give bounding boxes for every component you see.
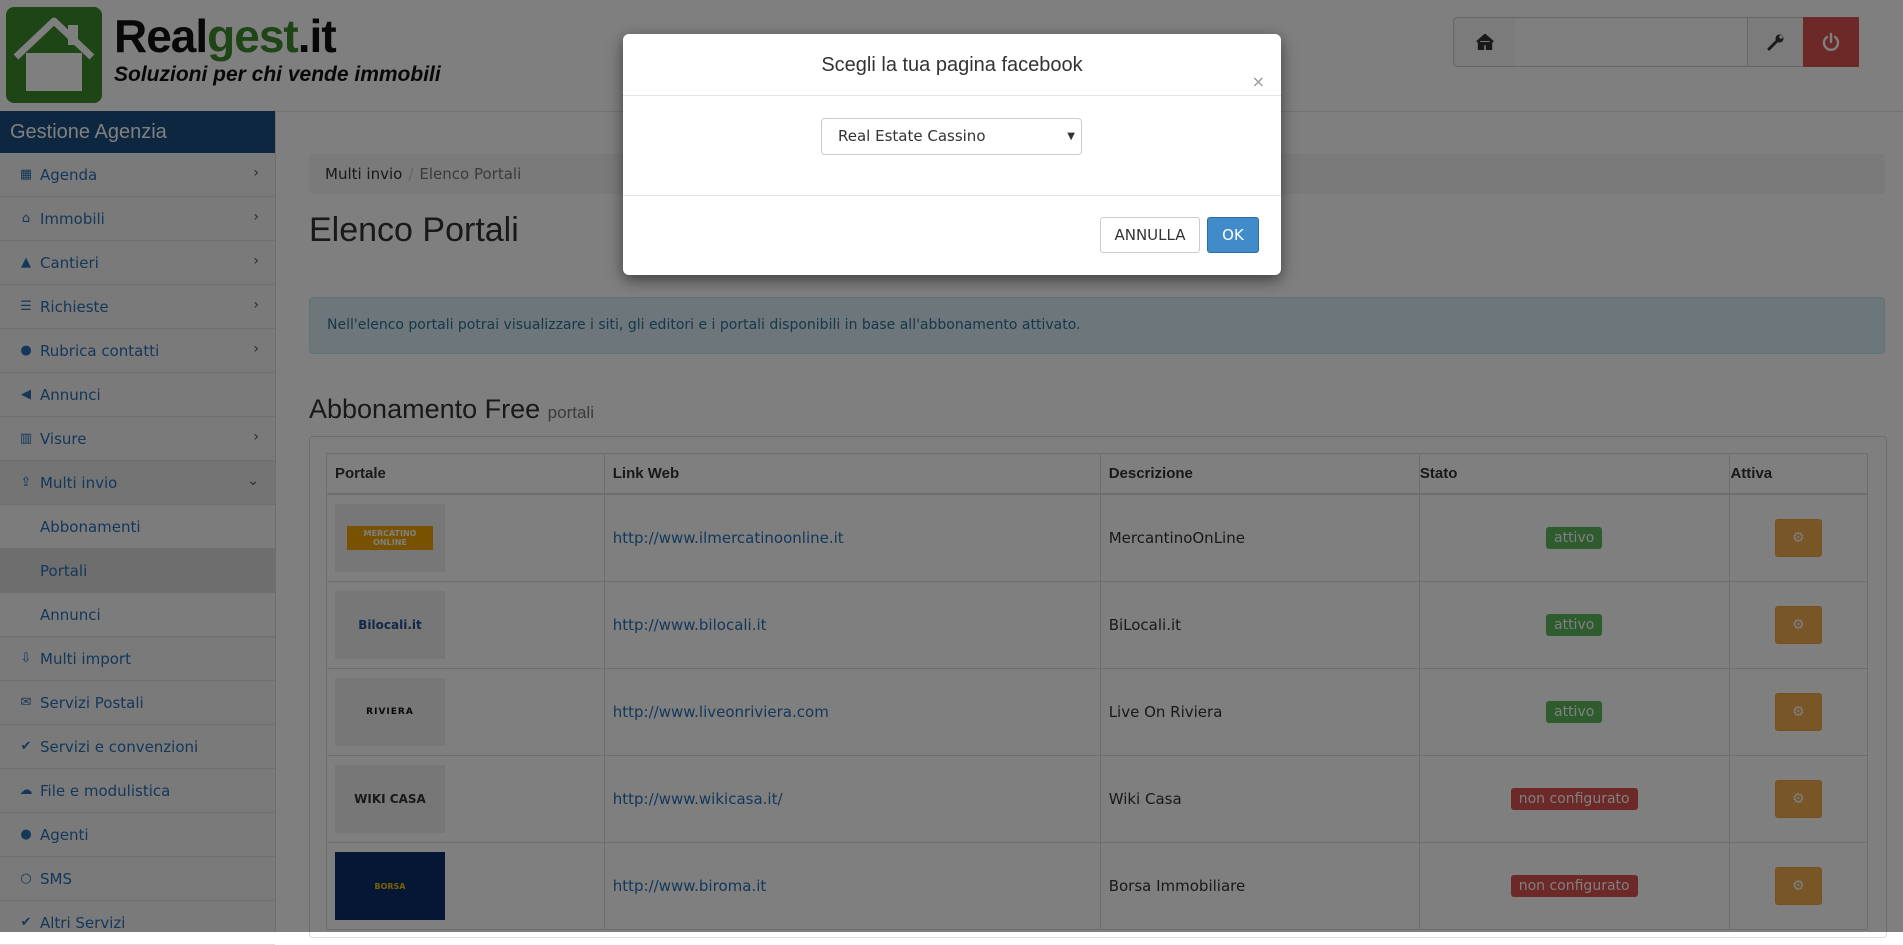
close-icon[interactable]: × [1252,72,1265,91]
modal-footer: ANNULLA OK [623,196,1281,276]
caret-down-icon: ▼ [1067,131,1075,142]
modal-header: Scegli la tua pagina facebook × [623,34,1281,96]
modal-title: Scegli la tua pagina facebook [821,54,1083,76]
modal-body: Real Estate Cassino ▼ [623,96,1281,196]
ok-button[interactable]: OK [1207,217,1259,253]
cancel-button[interactable]: ANNULLA [1100,217,1200,253]
facebook-page-select[interactable]: Real Estate Cassino ▼ [821,118,1082,155]
select-value: Real Estate Cassino [838,127,986,145]
facebook-page-modal: Scegli la tua pagina facebook × Real Est… [623,34,1281,275]
